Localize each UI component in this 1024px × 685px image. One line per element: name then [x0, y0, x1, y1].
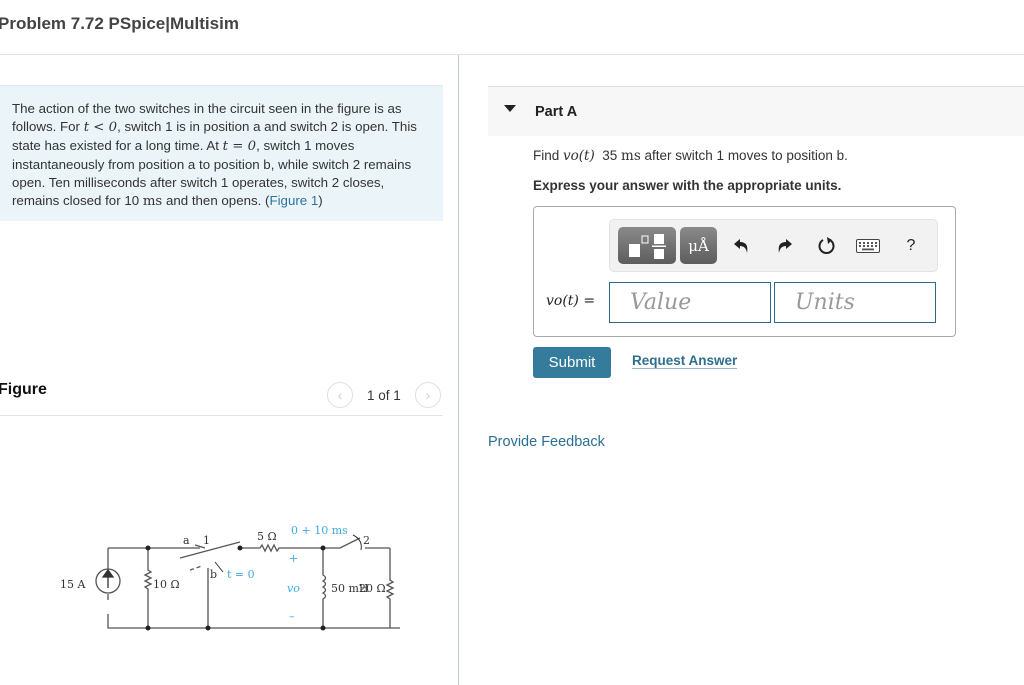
- question-prefix: Find: [533, 148, 564, 163]
- figure-navigation: ‹ 1 of 1 ›: [327, 382, 441, 408]
- switch1-label: 1: [203, 534, 210, 547]
- vo-plus: +: [289, 552, 298, 565]
- problem-text-part: and then opens. (: [162, 193, 270, 208]
- node-dot: [145, 625, 151, 631]
- part-a-header[interactable]: Part A: [488, 86, 1024, 136]
- resistor-20: [385, 548, 395, 628]
- resistor-10: [143, 548, 153, 628]
- units-button[interactable]: μÅ: [680, 227, 717, 264]
- r3-label: 20 Ω: [359, 582, 386, 595]
- vo-label: vo: [287, 582, 300, 595]
- question-unit: ms: [621, 148, 641, 164]
- instruction-text: Express your answer with the appropriate…: [533, 178, 842, 193]
- node-dot: [205, 625, 211, 631]
- r1-label: 10 Ω: [153, 578, 180, 591]
- units-input[interactable]: [774, 282, 936, 323]
- undo-icon: [734, 239, 748, 253]
- redo-icon: [778, 239, 792, 253]
- keyboard-icon: [856, 239, 880, 253]
- problem-text-part: ): [318, 193, 323, 208]
- vo-minus: –: [289, 610, 295, 623]
- question-variable: vo(t): [563, 148, 595, 164]
- math-t-less-zero: t < 0: [83, 120, 118, 135]
- question-value: 35: [602, 148, 618, 163]
- part-title: Part A: [535, 104, 578, 120]
- column-divider: [458, 55, 459, 685]
- prev-figure-button[interactable]: ‹: [327, 382, 353, 408]
- undo-button[interactable]: [728, 232, 756, 260]
- r2-label: 5 Ω: [257, 530, 277, 543]
- equation-label: vo(t) =: [546, 292, 595, 309]
- switch2-label: 2: [363, 534, 370, 547]
- figure-divider: [0, 415, 443, 416]
- node-dot: [145, 545, 151, 551]
- inductor: [321, 548, 327, 628]
- question-text: Find vo(t) 35 ms after switch 1 moves to…: [533, 148, 848, 164]
- caret-down-icon: [504, 105, 516, 112]
- question-suffix: after switch 1 moves to position b.: [640, 148, 848, 163]
- node-dot: [237, 545, 243, 551]
- templates-button[interactable]: [618, 227, 676, 264]
- help-button[interactable]: ?: [897, 232, 925, 260]
- figure-heading: Figure: [0, 381, 47, 398]
- submit-button[interactable]: Submit: [533, 347, 611, 378]
- switch2-time-label: 0 + 10 ms: [291, 524, 348, 537]
- math-toolbar: μÅ ?: [609, 219, 938, 272]
- switch-2-blade: [323, 537, 361, 549]
- wire: [107, 614, 400, 629]
- resistor-5: [240, 543, 323, 553]
- next-figure-button[interactable]: ›: [414, 382, 441, 408]
- node-b-label: b: [210, 568, 217, 581]
- node-dot: [320, 625, 326, 631]
- templates-icon: [629, 233, 666, 259]
- equation-label-text: vo(t) =: [546, 293, 596, 309]
- title-divider: [0, 54, 1024, 55]
- reset-icon: [818, 237, 835, 254]
- arrow-up-icon: [101, 568, 115, 588]
- switch1-time-label: t = 0: [227, 568, 255, 581]
- chevron-right-icon: ›: [425, 387, 431, 403]
- figure-counter: 1 of 1: [367, 387, 401, 403]
- problem-statement: The action of the two switches in the ci…: [0, 85, 443, 221]
- help-icon: ?: [906, 237, 916, 254]
- answer-box: μÅ ? vo(t) =: [533, 206, 956, 337]
- keyboard-button[interactable]: [854, 232, 882, 260]
- redo-button[interactable]: [770, 232, 798, 260]
- figure-1-link[interactable]: Figure 1: [269, 193, 318, 208]
- provide-feedback-link[interactable]: Provide Feedback: [488, 434, 605, 450]
- value-input[interactable]: [609, 282, 771, 323]
- math-t-equals-zero: t = 0: [222, 139, 257, 154]
- node-dot: [320, 545, 326, 551]
- source-label: 15 A: [60, 578, 86, 591]
- chevron-left-icon: ‹: [337, 387, 343, 403]
- units-icon: μÅ: [688, 236, 709, 255]
- reset-button[interactable]: [813, 232, 841, 260]
- request-answer-link[interactable]: Request Answer: [632, 354, 738, 369]
- page-title: Problem 7.72 PSpice|Multisim: [0, 14, 239, 33]
- problem-text: The action of the two switches in the ci…: [12, 100, 431, 211]
- circuit-diagram: 15 A 10 Ω a 1 b t = 0 5 Ω 0 + 10 ms 2 + …: [60, 524, 400, 631]
- node-a-label: a: [183, 534, 190, 547]
- math-ms: ms: [142, 194, 163, 209]
